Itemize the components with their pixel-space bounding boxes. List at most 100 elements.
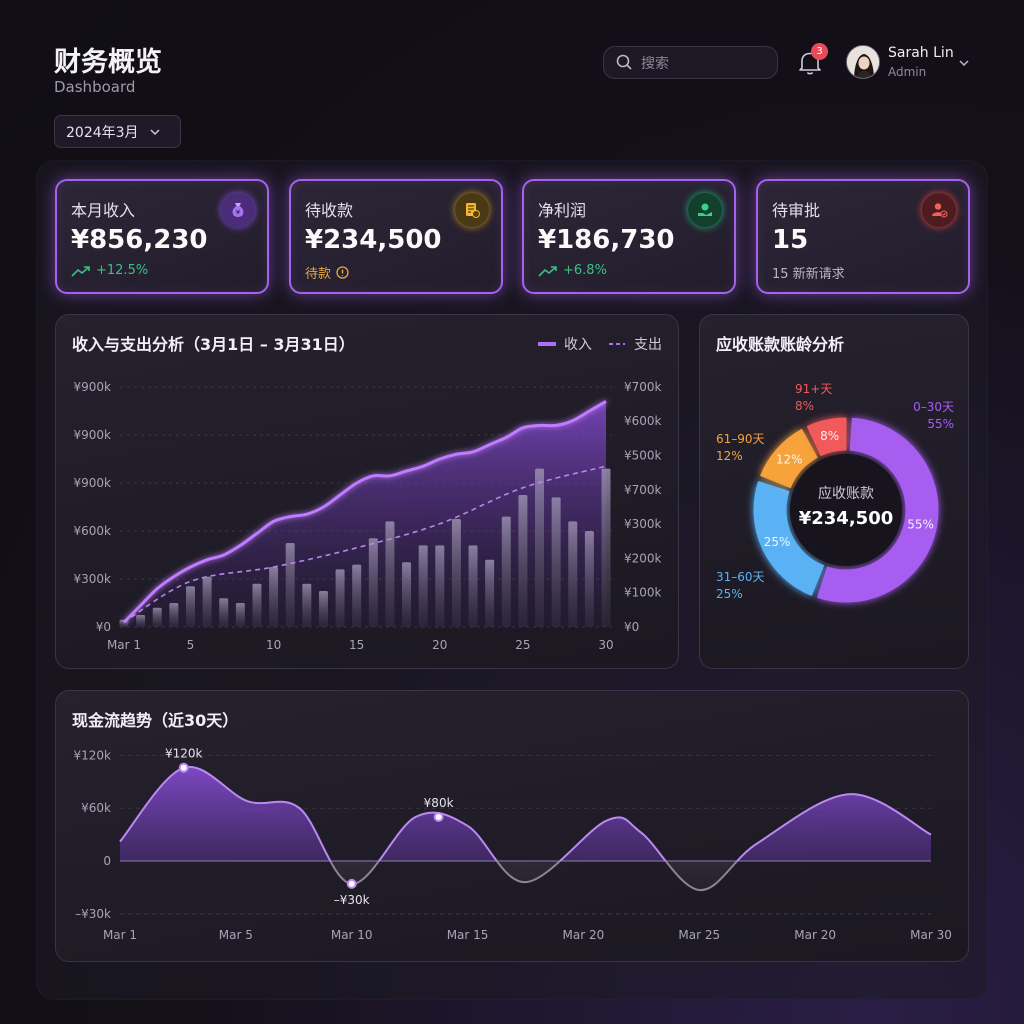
income-expense-chart: ¥0 ¥300k ¥600k ¥900k ¥900k ¥900k ¥0 ¥100k ¥200k ¥…	[74, 380, 662, 652]
svg-text:¥: ¥	[236, 209, 241, 217]
y-tick-label: ¥900k	[74, 428, 112, 442]
x-tick-label: Mar 30	[910, 928, 952, 942]
kpi-card-receivable[interactable]: 待收款 ¥234,500 待款	[289, 179, 503, 294]
bar	[518, 495, 528, 627]
slice-value-label: 25%	[764, 535, 791, 549]
chevron-down-icon[interactable]	[958, 57, 970, 69]
annotation-label: –¥30k	[334, 893, 370, 907]
kpi-change: +6.8%	[563, 263, 607, 278]
slice-value-label: 55%	[907, 518, 934, 532]
bar	[169, 603, 179, 627]
bar	[568, 521, 578, 627]
cashflow-chart: ¥120k ¥60k 0 –¥30k Mar 1 Mar 5 Mar 10 Mar 15 Mar…	[74, 747, 952, 942]
invoice-pending-icon	[455, 193, 489, 227]
x-tick-label: 25	[515, 638, 530, 652]
y-tick-label: ¥900k	[74, 380, 112, 394]
profit-hand-icon	[688, 193, 722, 227]
search-placeholder: 搜索	[641, 55, 669, 72]
bar	[219, 598, 229, 627]
x-tick-label: Mar 1	[103, 928, 137, 942]
bar	[402, 562, 412, 627]
bar	[285, 543, 295, 627]
bar	[385, 521, 395, 627]
bar	[136, 615, 146, 627]
y2-tick-label: ¥700k	[624, 483, 662, 497]
slice-name-label: 61–90天	[716, 432, 765, 446]
kpi-card-income[interactable]: 本月收入 ¥856,230 +12.5% ¥	[55, 179, 269, 294]
x-tick-label: Mar 25	[678, 928, 720, 942]
slice-percent-label: 25%	[716, 587, 743, 601]
y-tick-label: ¥60k	[81, 801, 111, 815]
page-subtitle: Dashboard	[54, 78, 136, 96]
bar	[435, 545, 445, 627]
user-role: Admin	[888, 65, 927, 79]
y-tick-label: ¥120k	[74, 748, 112, 762]
trend-up-icon	[71, 265, 90, 277]
cashflow-chart-card: 现金流趋势（近30天） ¥120k ¥60k 0 –¥30k Mar 1 Mar 5 Mar…	[55, 690, 969, 962]
y2-tick-label: ¥300k	[624, 517, 662, 531]
bar	[352, 564, 362, 627]
bar	[584, 531, 594, 627]
donut-center-label: 应收账款	[818, 485, 874, 502]
kpi-requests: 15 新新请求	[772, 267, 845, 282]
search-input[interactable]: 搜索	[603, 46, 778, 79]
kpi-change: +12.5%	[96, 263, 149, 278]
kpi-label: 待审批	[772, 201, 821, 220]
user-check-icon	[922, 193, 956, 227]
date-select-value: 2024年3月	[66, 124, 139, 141]
kpi-value: 15	[772, 225, 809, 255]
chevron-down-icon	[150, 128, 160, 135]
kpi-status: 待款	[305, 267, 332, 282]
y-tick-label: 0	[103, 854, 111, 868]
slice-name-label: 0–30天	[913, 400, 954, 414]
y-tick-label: ¥900k	[74, 476, 112, 490]
donut-center-value: ¥234,500	[799, 508, 894, 529]
y-tick-label: ¥600k	[74, 524, 112, 538]
search-icon	[616, 54, 632, 70]
annotation-point	[178, 762, 189, 773]
annotation-point	[346, 878, 357, 889]
y2-tick-label: ¥700k	[624, 380, 662, 394]
annotation-label: ¥80k	[424, 796, 454, 810]
bar	[318, 591, 328, 627]
bar	[152, 607, 162, 627]
annotation-point	[433, 812, 444, 822]
y2-tick-label: ¥600k	[624, 414, 662, 428]
slice-name-label: 91+天	[795, 382, 832, 396]
money-bag-icon: ¥	[221, 193, 255, 227]
bar	[252, 583, 262, 627]
date-select[interactable]: 2024年3月	[54, 115, 181, 148]
x-tick-label: 15	[349, 638, 364, 652]
x-tick-label: 10	[266, 638, 281, 652]
slice-name-label: 31–60天	[716, 570, 765, 584]
bar	[535, 468, 545, 627]
x-tick-label: Mar 15	[447, 928, 489, 942]
info-icon	[336, 266, 349, 279]
y2-tick-label: ¥100k	[624, 586, 662, 600]
kpi-card-net-profit[interactable]: 净利润 ¥186,730 +6.8%	[522, 179, 736, 294]
kpi-label: 待收款	[305, 201, 354, 220]
bar	[368, 538, 378, 627]
income-expense-chart-card: 收入与支出分析（3月1日 – 3月31日） 收入 支出 ¥0 ¥300k ¥600k…	[55, 314, 679, 669]
aging-donut-chart: 55% 0–30天 55% 25% 31–60天 25% 12% 61–90天 12% 8% 91+…	[716, 382, 954, 603]
slice-value-label: 12%	[776, 453, 803, 467]
avatar[interactable]	[846, 45, 880, 79]
bar	[185, 586, 195, 627]
y2-tick-label: ¥200k	[624, 551, 662, 565]
kpi-label: 净利润	[538, 201, 587, 220]
bar	[418, 545, 428, 627]
bar	[551, 497, 561, 627]
page-title: 财务概览	[54, 47, 162, 78]
bar	[451, 519, 461, 627]
aging-analysis-card: 应收账款账龄分析 55% 0–30天 55% 25% 31–60天 25% 12% 61–90…	[699, 314, 969, 669]
kpi-card-pending-approval[interactable]: 待审批 15 15 新新请求	[756, 179, 970, 294]
user-name: Sarah Lin	[888, 45, 954, 61]
slice-value-label: 8%	[820, 429, 839, 443]
kpi-value: ¥856,230	[71, 225, 208, 255]
x-tick-label: Mar 20	[563, 928, 605, 942]
bar	[335, 569, 345, 627]
y-tick-label: ¥300k	[74, 572, 112, 586]
x-tick-label: 20	[432, 638, 447, 652]
bar	[601, 468, 611, 627]
y2-tick-label: ¥500k	[624, 449, 662, 463]
